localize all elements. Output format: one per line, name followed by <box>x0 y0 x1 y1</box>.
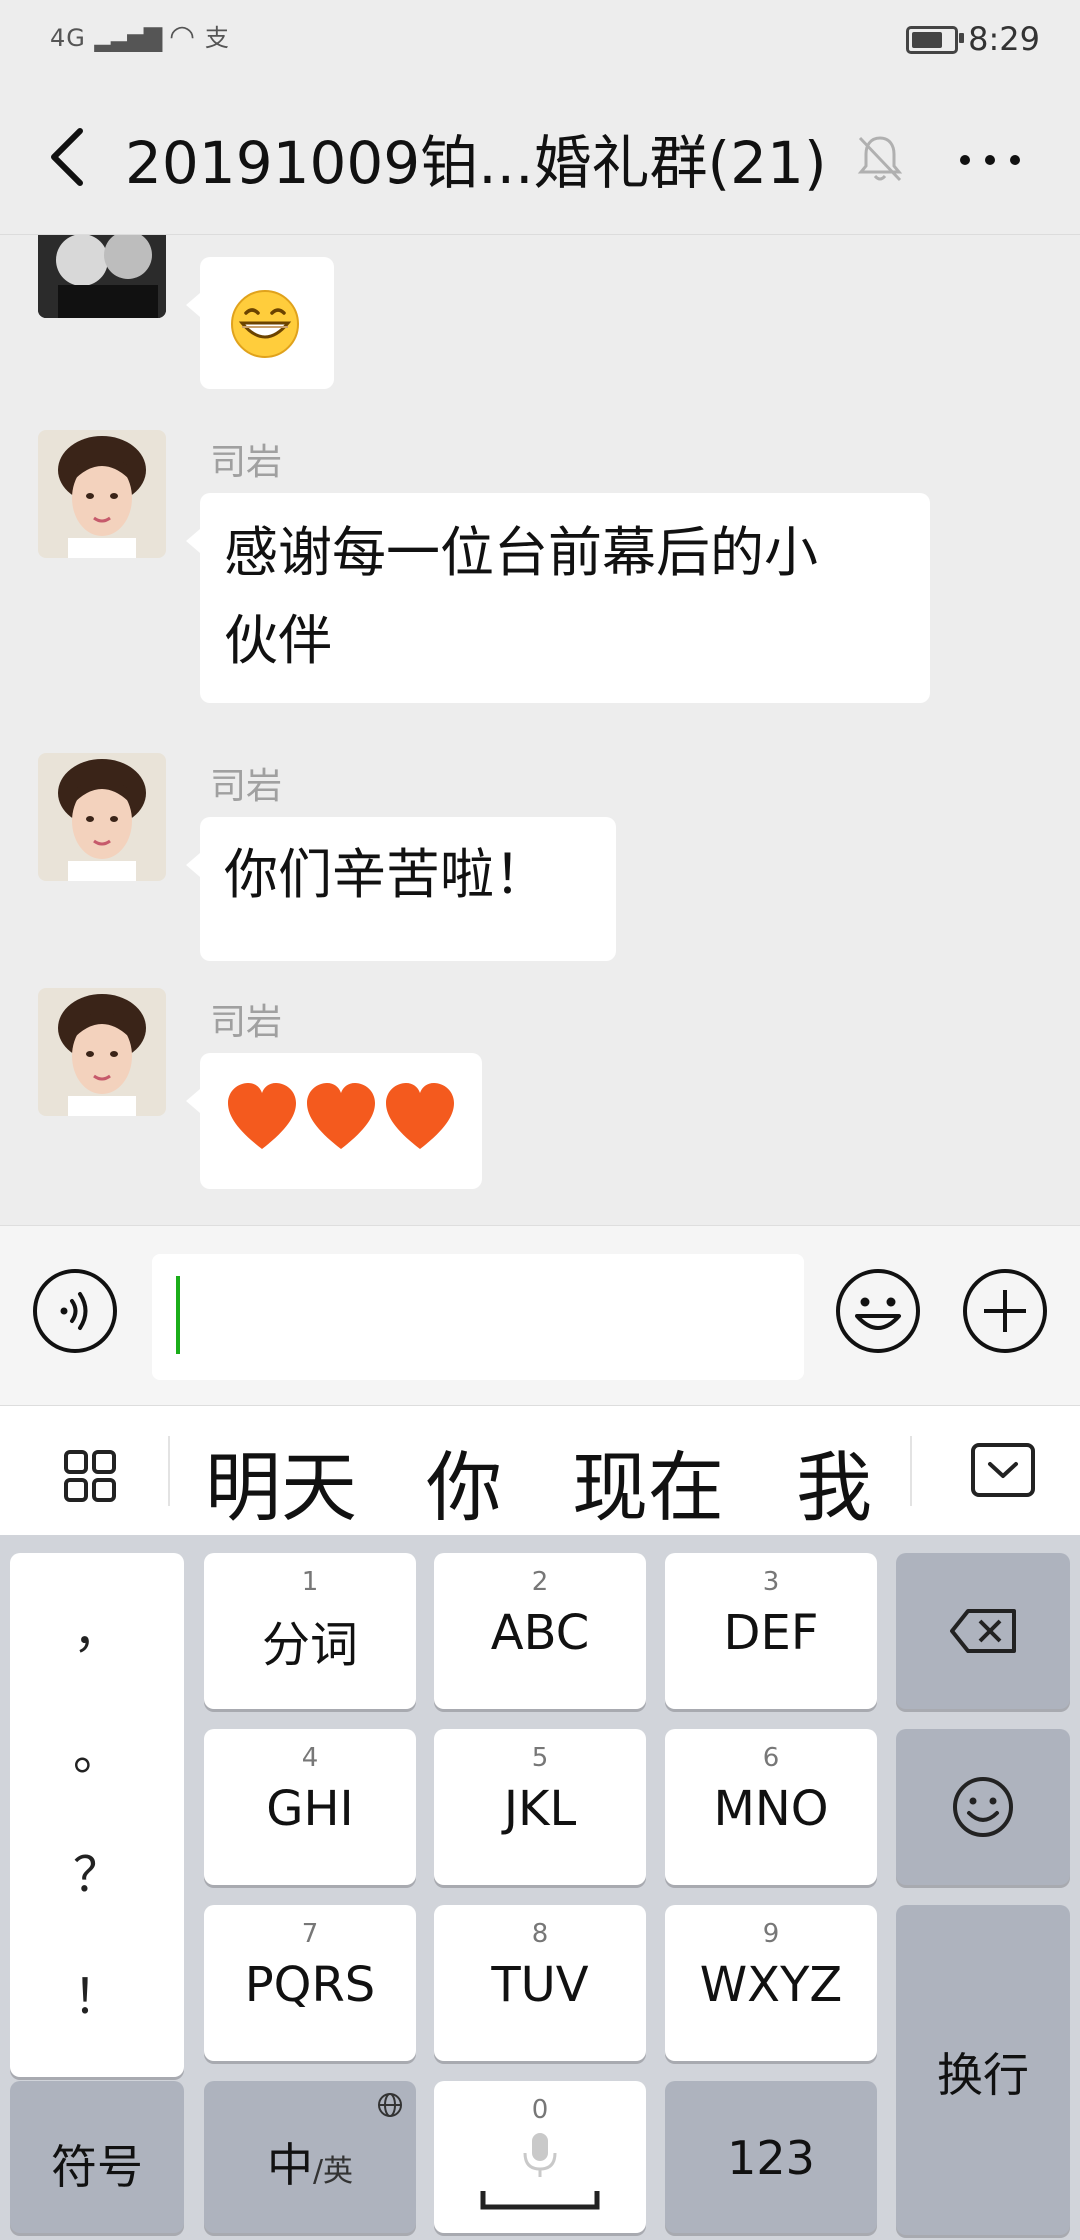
key-pqrs[interactable]: 7 PQRS <box>204 1905 416 2061</box>
smiley-icon <box>953 1777 1013 1837</box>
message-bubble[interactable] <box>186 1053 482 1189</box>
key-label: GHI <box>266 1781 354 1837</box>
space-bar-icon <box>480 2191 600 2210</box>
back-arrow-icon[interactable] <box>40 125 100 189</box>
key-number: 4 <box>301 1743 319 1773</box>
symbols-key[interactable]: 符号 <box>10 2081 184 2233</box>
status-time: 8:29 <box>968 20 1040 58</box>
sender-name: 司岩 <box>210 766 283 807</box>
message-input[interactable] <box>152 1254 804 1380</box>
candidate-word[interactable]: 你 <box>426 1426 502 1536</box>
enter-key[interactable]: 换行 <box>896 1905 1070 2235</box>
avatar[interactable] <box>38 753 166 881</box>
key-mno[interactable]: 6 MNO <box>665 1729 877 1885</box>
message-bubble[interactable]: 感谢每一位台前幕后的小 伙伴 <box>186 493 930 703</box>
candidate-word[interactable]: 明天 <box>205 1426 357 1536</box>
punct-key[interactable]: ？ <box>10 1835 184 1905</box>
emoji-key[interactable] <box>896 1729 1070 1885</box>
key-label: 分词 <box>261 1617 358 1673</box>
key-number: 1 <box>301 1567 319 1597</box>
backspace-button[interactable] <box>896 1553 1070 1709</box>
globe-icon <box>378 2093 402 2117</box>
input-bar <box>0 1225 1080 1406</box>
key-number: 3 <box>762 1567 780 1597</box>
divider <box>910 1436 912 1506</box>
three-hearts-emoji <box>228 1083 454 1149</box>
message-bubble[interactable]: 你们辛苦啦！ <box>186 817 616 961</box>
key-number: 9 <box>762 1919 780 1949</box>
message-bubble[interactable] <box>186 257 334 389</box>
more-icon[interactable] <box>955 135 1025 185</box>
ime-candidate-bar: 明天 你 现在 我 <box>0 1405 1080 1536</box>
punct-key[interactable]: ！ <box>10 1957 184 2027</box>
backspace-icon <box>950 1609 1016 1653</box>
chat-title[interactable]: 20191009铂...婚礼群(21) <box>125 116 827 200</box>
chat-header: 20191009铂...婚礼群(21) <box>0 80 1080 235</box>
key-label: MNO <box>713 1781 829 1837</box>
battery-tip <box>959 33 964 43</box>
key-number: 5 <box>531 1743 549 1773</box>
avatar[interactable] <box>38 235 166 318</box>
key-label: DEF <box>723 1605 819 1661</box>
lang-main-label: 中 <box>266 2138 313 2192</box>
avatar[interactable] <box>38 988 166 1116</box>
message-list[interactable]: 司岩 感谢每一位台前幕后的小 伙伴 司岩 你们辛苦啦！ 司岩 <box>0 235 1080 1225</box>
status-bar: 4G ▂▃▅▇ ◠ 支 8:29 <box>0 0 1080 80</box>
text-caret <box>176 1276 180 1354</box>
grinning-face-emoji <box>231 290 299 358</box>
network-type-label: 4G <box>50 24 86 52</box>
key-label: WXYZ <box>699 1957 843 2013</box>
key-label: ABC <box>490 1605 590 1661</box>
key-number: 0 <box>531 2095 549 2125</box>
sender-name: 司岩 <box>210 1002 283 1043</box>
numbers-label: 123 <box>727 2131 815 2185</box>
message-text-line: 感谢每一位台前幕后的小 <box>224 521 818 584</box>
signal-icon: 4G ▂▃▅▇ ◠ 支 <box>50 19 230 54</box>
candidate-word[interactable]: 现在 <box>572 1426 724 1536</box>
punct-key[interactable]: 。 <box>10 1713 184 1783</box>
battery-icon <box>906 26 958 54</box>
voice-input-icon[interactable] <box>32 1268 118 1354</box>
emoji-icon[interactable] <box>835 1268 921 1354</box>
collapse-keyboard-icon[interactable] <box>970 1442 1036 1498</box>
space-key[interactable]: 0 <box>434 2081 646 2233</box>
alipay-icon: 支 <box>204 24 230 52</box>
key-wxyz[interactable]: 9 WXYZ <box>665 1905 877 2061</box>
key-label: TUV <box>491 1957 589 2013</box>
language-toggle-key[interactable]: 中/英 <box>204 2081 416 2233</box>
message-text-line: 你们辛苦啦！ <box>224 843 548 906</box>
plus-icon[interactable] <box>962 1268 1048 1354</box>
key-label: JKL <box>503 1781 577 1837</box>
message-text-line: 伙伴 <box>224 609 332 672</box>
key-tuv[interactable]: 8 TUV <box>434 1905 646 2061</box>
key-ghi[interactable]: 4 GHI <box>204 1729 416 1885</box>
key-label: PQRS <box>244 1957 376 2013</box>
candidate-word[interactable]: 我 <box>796 1426 872 1536</box>
avatar[interactable] <box>38 430 166 558</box>
key-abc[interactable]: 2 ABC <box>434 1553 646 1709</box>
ime-menu-icon[interactable] <box>60 1446 120 1506</box>
key-jkl[interactable]: 5 JKL <box>434 1729 646 1885</box>
enter-label: 换行 <box>937 2048 1029 2102</box>
key-def[interactable]: 3 DEF <box>665 1553 877 1709</box>
key-number: 6 <box>762 1743 780 1773</box>
lang-alt-label: /英 <box>312 2154 354 2189</box>
battery-level <box>912 32 942 48</box>
key-number: 7 <box>301 1919 319 1949</box>
key-number: 8 <box>531 1919 549 1949</box>
punct-key[interactable]: ， <box>10 1591 184 1661</box>
keyboard: ， 。 ？ ！ 1 分词 2 ABC 3 DEF 4 GHI 5 JKL 6 M… <box>0 1535 1080 2240</box>
key-number: 2 <box>531 1567 549 1597</box>
key-fenci[interactable]: 1 分词 <box>204 1553 416 1709</box>
numbers-key[interactable]: 123 <box>665 2081 877 2233</box>
bell-muted-icon <box>857 136 903 182</box>
microphone-icon <box>523 2133 557 2177</box>
divider <box>168 1436 170 1506</box>
punctuation-key-column[interactable]: ， 。 ？ ！ <box>10 1553 184 2077</box>
sender-name: 司岩 <box>210 442 283 483</box>
symbols-label: 符号 <box>51 2140 143 2194</box>
